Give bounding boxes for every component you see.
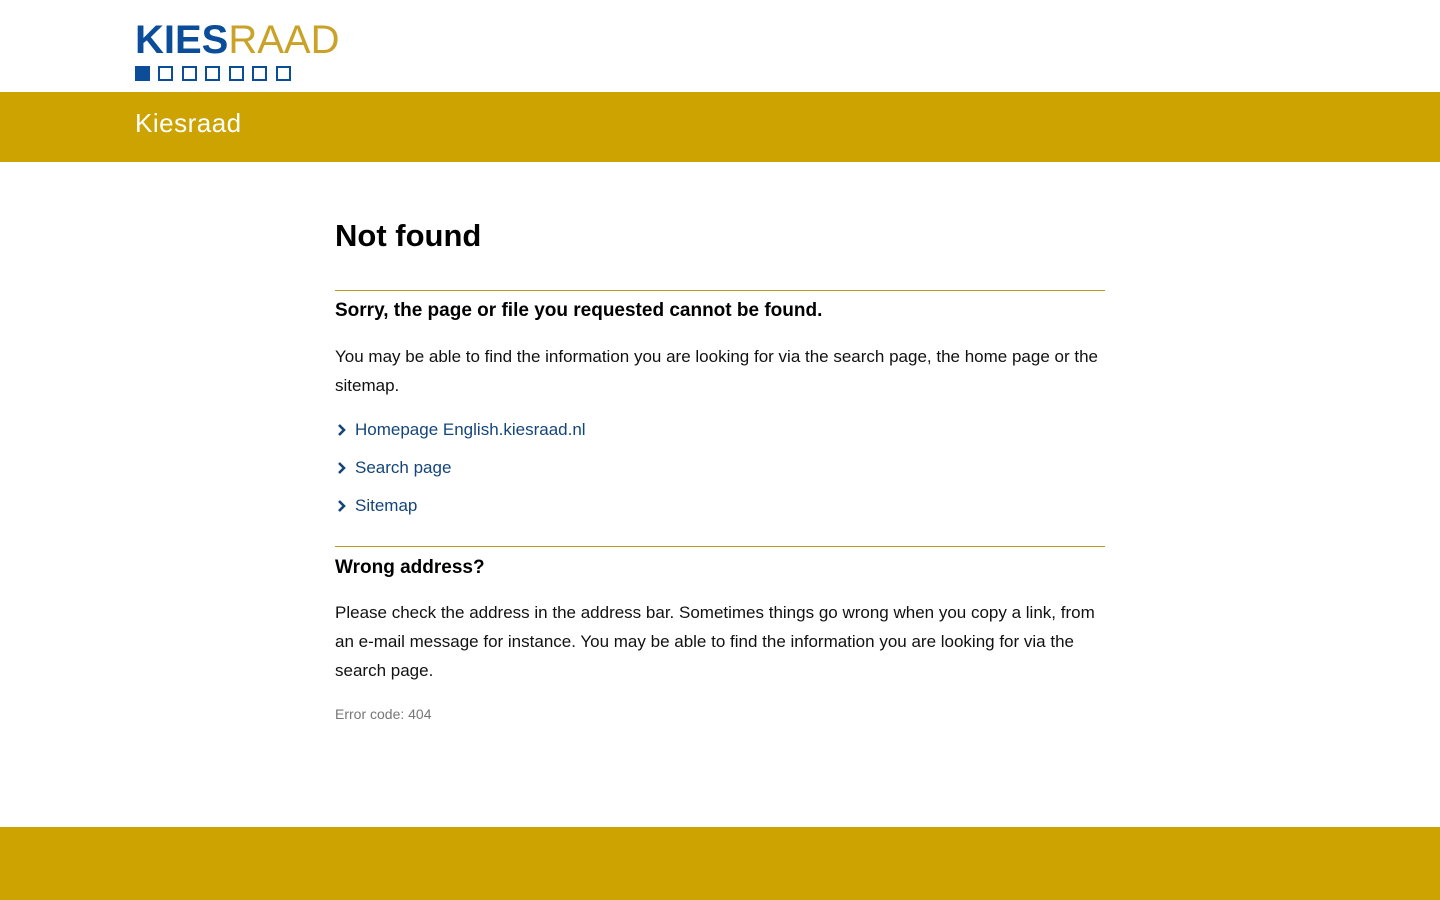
chevron-right-icon bbox=[338, 500, 346, 512]
site-title-band: Kiesraad bbox=[0, 92, 1440, 162]
logo-squares bbox=[135, 66, 325, 81]
section-text-wrong-address: Please check the address in the address … bbox=[335, 603, 1095, 680]
logo-square bbox=[252, 66, 267, 81]
logo-wordmark-part1: KIES bbox=[135, 18, 229, 62]
chevron-right-icon bbox=[338, 424, 346, 436]
section-text-not-found: You may be able to find the information … bbox=[335, 347, 1098, 395]
sitemap-link[interactable]: Sitemap bbox=[355, 496, 417, 516]
error-code: Error code: 404 bbox=[335, 706, 432, 722]
logo-square bbox=[276, 66, 291, 81]
logo-wordmark: KIESRAAD bbox=[135, 20, 340, 60]
chevron-right-icon bbox=[338, 462, 346, 474]
section-heading-not-found: Sorry, the page or file you requested ca… bbox=[335, 300, 823, 321]
logo-square bbox=[182, 66, 197, 81]
search-page-link[interactable]: Search page bbox=[355, 458, 451, 478]
kiesraad-logo-link[interactable]: KIESRAAD bbox=[135, 20, 340, 81]
logo-square bbox=[135, 66, 150, 81]
page-title: Not found bbox=[335, 218, 482, 253]
site-title: Kiesraad bbox=[135, 108, 242, 138]
logo-square bbox=[229, 66, 244, 81]
section-heading-wrong-address: Wrong address? bbox=[335, 557, 485, 578]
homepage-link[interactable]: Homepage English.kiesraad.nl bbox=[355, 420, 586, 440]
logo-wordmark-part2: RAAD bbox=[228, 18, 340, 62]
site-footer bbox=[0, 827, 1440, 900]
site-header: KIESRAAD bbox=[0, 0, 1440, 92]
divider bbox=[335, 290, 1105, 291]
logo-square bbox=[158, 66, 173, 81]
logo-square bbox=[205, 66, 220, 81]
divider bbox=[335, 546, 1105, 547]
